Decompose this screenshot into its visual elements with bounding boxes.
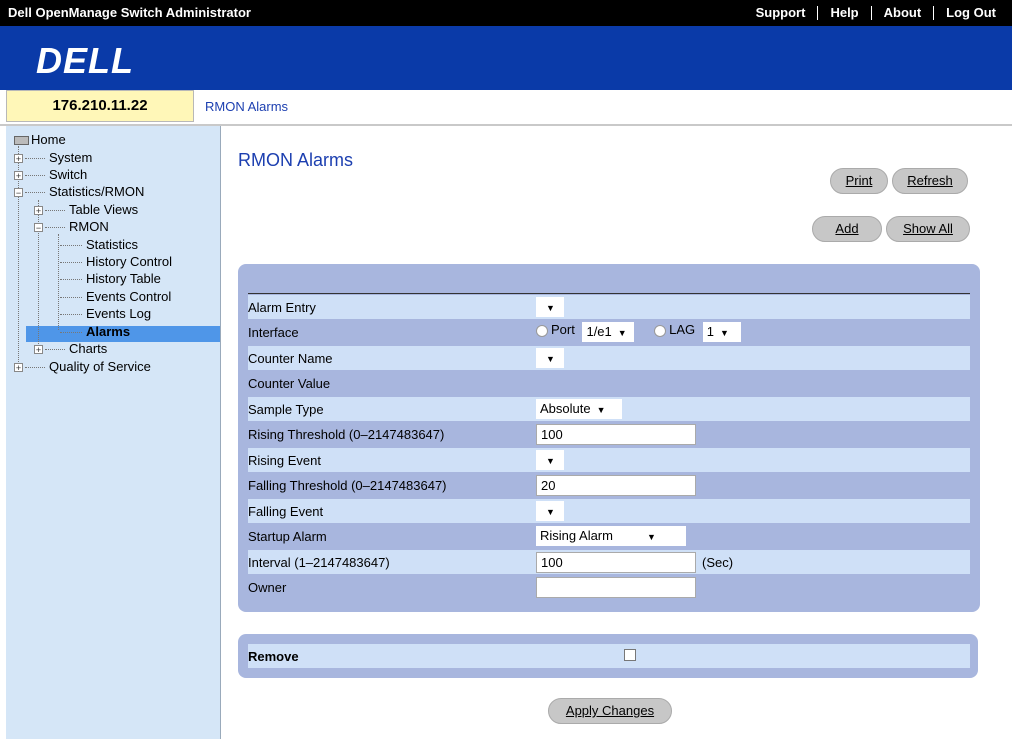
dropdown-arrow-icon: ▼	[546, 507, 555, 517]
top-bar: Dell OpenManage Switch Administrator Sup…	[0, 0, 1012, 26]
dropdown-arrow-icon: ▼	[596, 405, 606, 415]
tree-switch[interactable]: + Switch	[14, 167, 87, 183]
lag-label: LAG	[669, 322, 696, 337]
tree-home[interactable]: Home	[14, 132, 66, 148]
dell-logo: DELL	[36, 40, 134, 81]
tree-history-table[interactable]: History Table	[60, 271, 161, 287]
row-startup-alarm: Startup Alarm Rising Alarm ▼	[248, 524, 970, 548]
apply-changes-button[interactable]: Apply Changes	[548, 698, 672, 724]
lag-select[interactable]: 1 ▼	[702, 322, 741, 342]
lag-radio[interactable]	[654, 324, 667, 337]
falling-event-select[interactable]: ▼	[536, 501, 564, 521]
tree-rmon[interactable]: − RMON	[34, 219, 109, 235]
tree-statistics-rmon[interactable]: − Statistics/RMON	[14, 184, 144, 200]
falling-threshold-input[interactable]: 20	[536, 475, 696, 496]
dropdown-arrow-icon: ▼	[646, 532, 656, 542]
tree-statistics[interactable]: Statistics	[60, 237, 138, 253]
remove-panel: Remove	[238, 634, 978, 678]
breadcrumb: RMON Alarms	[205, 99, 289, 114]
app-title: Dell OpenManage Switch Administrator	[8, 5, 251, 20]
brand-banner	[0, 26, 1012, 90]
row-rising-event: Rising Event ▼	[248, 448, 970, 472]
tree-events-control[interactable]: Events Control	[60, 289, 171, 305]
dropdown-arrow-icon: ▼	[546, 354, 555, 364]
header-links: Support Help About Log Out	[744, 0, 1008, 26]
startup-alarm-select[interactable]: Rising Alarm ▼	[536, 526, 686, 546]
tree-line	[58, 234, 59, 330]
row-alarm-entry: Alarm Entry ▼	[248, 295, 970, 319]
expand-icon[interactable]: +	[14, 171, 23, 181]
row-counter-value: Counter Value	[248, 376, 331, 391]
divider	[248, 293, 970, 294]
dropdown-arrow-icon: ▼	[719, 328, 729, 338]
device-ip: 176.210.11.22	[6, 90, 194, 122]
row-sample-type: Sample Type Absolute ▼	[248, 397, 970, 421]
help-link[interactable]: Help	[817, 6, 870, 20]
row-owner: Owner	[248, 575, 970, 599]
counter-name-select[interactable]: ▼	[536, 348, 564, 368]
alarm-entry-select[interactable]: ▼	[536, 297, 564, 317]
print-button[interactable]: Print	[830, 168, 888, 194]
show-all-button[interactable]: Show All	[886, 216, 970, 242]
row-remove: Remove	[248, 644, 970, 668]
tree-system[interactable]: + System	[14, 150, 92, 166]
port-select[interactable]: 1/e1 ▼	[582, 322, 635, 342]
dropdown-arrow-icon: ▼	[546, 456, 555, 466]
expand-icon[interactable]: +	[14, 154, 23, 164]
rising-event-select[interactable]: ▼	[536, 450, 564, 470]
dropdown-arrow-icon: ▼	[617, 328, 627, 338]
port-radio[interactable]	[536, 324, 548, 337]
collapse-icon[interactable]: −	[14, 188, 23, 198]
row-rising-threshold: Rising Threshold (0–2147483647) 100	[248, 422, 970, 446]
owner-input[interactable]	[536, 577, 696, 598]
alarm-form-panel: Alarm Entry ▼ Interface Port 1/e1 ▼ LAG 1…	[238, 264, 980, 612]
main-content: RMON Alarms Print Refresh Add Show All A…	[222, 126, 1012, 739]
navigation-tree: Home + System + Switch − Statistics/RMON + T…	[6, 126, 221, 739]
about-link[interactable]: About	[870, 6, 934, 20]
row-counter-name: Counter Name ▼	[248, 346, 970, 370]
collapse-icon[interactable]: −	[34, 223, 43, 233]
remove-checkbox[interactable]	[624, 649, 636, 661]
rising-threshold-input[interactable]: 100	[536, 424, 696, 445]
row-falling-threshold: Falling Threshold (0–2147483647) 20	[248, 473, 970, 497]
sample-type-select[interactable]: Absolute ▼	[536, 399, 622, 419]
port-label: Port	[551, 322, 575, 337]
row-falling-event: Falling Event ▼	[248, 499, 970, 523]
refresh-button[interactable]: Refresh	[892, 168, 968, 194]
expand-icon[interactable]: +	[14, 363, 23, 373]
tree-events-log[interactable]: Events Log	[60, 306, 151, 322]
expand-icon[interactable]: +	[34, 206, 43, 216]
tree-charts[interactable]: + Charts	[34, 341, 107, 357]
interval-unit: (Sec)	[702, 555, 734, 570]
page-title: RMON Alarms	[238, 150, 354, 170]
tree-history-control[interactable]: History Control	[60, 254, 172, 270]
row-interface: Interface Port 1/e1 ▼ LAG 1 ▼	[248, 320, 970, 344]
logout-link[interactable]: Log Out	[933, 6, 1008, 20]
add-button[interactable]: Add	[812, 216, 882, 242]
interval-input[interactable]: 100	[536, 552, 696, 573]
support-link[interactable]: Support	[744, 6, 818, 20]
drive-icon	[14, 136, 29, 146]
tree-table-views[interactable]: + Table Views	[34, 202, 138, 218]
tree-alarms[interactable]: Alarms	[60, 324, 130, 340]
row-interval: Interval (1–2147483647) 100 (Sec)	[248, 550, 970, 574]
dropdown-arrow-icon: ▼	[546, 303, 555, 313]
expand-icon[interactable]: +	[34, 345, 43, 355]
tree-quality-of-service[interactable]: + Quality of Service	[14, 359, 151, 375]
